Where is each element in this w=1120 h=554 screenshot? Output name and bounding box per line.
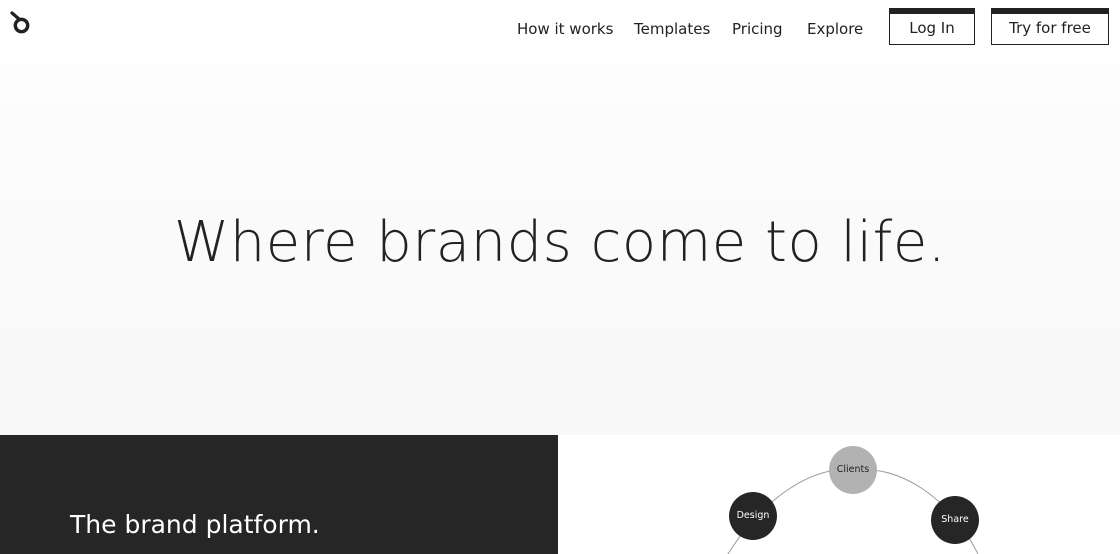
platform-title: The brand platform.	[70, 510, 320, 539]
login-button[interactable]: Log In	[889, 8, 975, 45]
hero-headline: Where brands come to life.	[173, 210, 947, 275]
top-navigation: How it works Templates Pricing Explore L…	[0, 0, 1120, 56]
diagram-node-clients: Clients	[829, 446, 877, 494]
nav-link-templates[interactable]: Templates	[634, 19, 710, 39]
platform-panel: The brand platform.	[0, 435, 558, 554]
nav-link-explore[interactable]: Explore	[807, 19, 863, 39]
nav-link-pricing[interactable]: Pricing	[732, 19, 783, 39]
platform-diagram: Clients Design Share	[558, 435, 1120, 554]
diagram-node-share: Share	[931, 496, 979, 544]
nav-link-how-it-works[interactable]: How it works	[517, 19, 613, 39]
diagram-node-design: Design	[729, 492, 777, 540]
brand-logo-icon[interactable]	[8, 11, 32, 35]
try-for-free-button[interactable]: Try for free	[991, 8, 1109, 45]
